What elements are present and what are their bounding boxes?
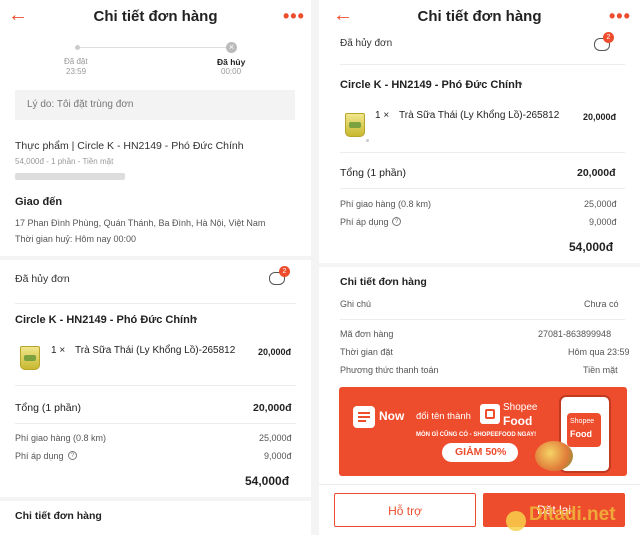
delivery-title: Giao đến <box>15 196 63 208</box>
info-icon[interactable]: ? <box>392 217 401 226</box>
left-screen: ← Chi tiết đơn hàng ••• × Đã đặt 23:59 Đ… <box>0 0 311 535</box>
cancel-reason: Lý do: Tôi đặt trùng đơn <box>27 99 134 110</box>
store-name[interactable]: Circle K - HN2149 - Phó Đức Chính <box>15 314 197 326</box>
item-price: 20,000đ <box>583 112 617 122</box>
cancel-reason-box: Lý do: Tôi đặt trùng đơn <box>15 90 295 120</box>
step-cancelled-label: Đã hủy <box>217 57 246 67</box>
step-dot <box>75 45 80 50</box>
shopee-brand: Shopee <box>503 402 538 413</box>
more-options-icon[interactable]: ••• <box>283 6 305 27</box>
food-brand: Food <box>503 414 533 428</box>
fee-value: 9,000đ <box>589 217 617 227</box>
item-name: Trà Sữa Thái (Ly Khổng Lồ)-265812 <box>399 110 560 121</box>
item-price: 20,000đ <box>258 347 292 357</box>
order-details-title: Chi tiết đơn hàng <box>340 276 427 288</box>
order-id-label: Mã đơn hàng <box>340 329 394 339</box>
shopeefood-promo-banner[interactable]: Now đổi tên thành Shopee Food MÓN GÌ CŨN… <box>339 387 627 476</box>
order-summary: 54,000đ - 1 phần - Tiền mặt <box>15 157 114 166</box>
order-time-value: Hôm qua 23:59 <box>568 347 630 357</box>
order-status: Đã hủy đơn <box>15 273 70 285</box>
chat-badge: 2 <box>603 32 614 43</box>
shipping-label: Phí giao hàng (0.8 km) <box>15 433 107 443</box>
payment-value: Tiền mặt <box>583 365 618 375</box>
discount-pill: GIẢM 50% <box>442 443 518 462</box>
item-qty: 1 × <box>51 345 66 356</box>
cancel-x-icon: × <box>226 42 237 53</box>
fee-value: 9,000đ <box>264 451 292 461</box>
product-thumbnail <box>20 346 40 370</box>
more-options-icon[interactable]: ••• <box>609 6 631 27</box>
rename-text: đổi tên thành <box>416 411 471 422</box>
right-screen: ← Chi tiết đơn hàng ••• Đã hủy đơn 2 Cir… <box>319 0 640 535</box>
phone-food-text: Food <box>570 429 592 439</box>
phone-shopee-text: Shopee <box>570 418 595 425</box>
delivery-address: 17 Phan Đình Phùng, Quán Thánh, Ba Đình,… <box>15 218 266 228</box>
item-qty: 1 × <box>375 110 390 121</box>
shopeefood-bag-icon <box>480 404 500 424</box>
panel-divider <box>311 0 319 535</box>
note-label: Ghi chú <box>340 299 372 309</box>
shipping-value: 25,000đ <box>584 199 617 209</box>
order-total: 54,000đ <box>245 474 290 488</box>
subtotal-value: 20,000đ <box>253 402 292 414</box>
page-title: Chi tiết đơn hàng <box>417 8 542 25</box>
watermark: Ditadi.net <box>529 504 616 525</box>
fee-label: Phí áp dụng <box>340 217 389 227</box>
dot-indicator <box>366 139 369 142</box>
item-name: Trà Sữa Thái (Ly Khổng Lồ)-265812 <box>75 345 236 356</box>
support-button[interactable]: Hỗ trợ <box>334 493 476 527</box>
order-status: Đã hủy đơn <box>340 38 393 49</box>
order-time-label: Thời gian đặt <box>340 347 393 357</box>
order-id-value: 27081-863899948 <box>538 329 612 339</box>
food-dish-image <box>535 441 573 471</box>
banner-tagline: MÓN GÌ CŨNG CÓ - SHOPEEFOOD NGAY! <box>416 432 537 438</box>
note-value: Chưa có <box>584 299 619 309</box>
fee-label: Phí áp dụng <box>15 451 64 461</box>
discount-text: GIẢM 50% <box>455 446 507 458</box>
chat-badge: 2 <box>279 266 290 277</box>
page-title: Chi tiết đơn hàng <box>93 8 218 25</box>
store-name[interactable]: Circle K - HN2149 - Phó Đức Chính <box>340 79 522 91</box>
step-ordered-time: 23:59 <box>66 67 87 76</box>
now-logo-icon <box>353 406 375 428</box>
subtotal-label: Tổng (1 phần) <box>340 167 406 179</box>
watermark-logo-icon <box>506 511 526 531</box>
subtotal-label: Tổng (1 phần) <box>15 402 81 414</box>
step-cancelled-time: 00:00 <box>221 67 242 76</box>
blurred-info <box>15 173 125 180</box>
payment-label: Phương thức thanh toán <box>340 365 439 375</box>
order-details-title: Chi tiết đơn hàng <box>15 510 102 522</box>
info-icon[interactable]: ? <box>68 451 77 460</box>
chevron-right-icon: › <box>194 313 198 325</box>
cancel-time: Thời gian huỷ: Hôm nay 00:00 <box>15 234 136 244</box>
now-brand: Now <box>379 409 405 423</box>
chevron-right-icon: › <box>519 78 523 90</box>
subtotal-value: 20,000đ <box>577 167 616 179</box>
order-total: 54,000đ <box>569 240 614 254</box>
product-thumbnail <box>345 113 365 137</box>
shipping-label: Phí giao hàng (0.8 km) <box>340 199 432 209</box>
shipping-value: 25,000đ <box>259 433 292 443</box>
store-line: Thực phẩm | Circle K - HN2149 - Phó Đức … <box>15 140 244 152</box>
step-ordered-label: Đã đặt <box>64 57 88 66</box>
